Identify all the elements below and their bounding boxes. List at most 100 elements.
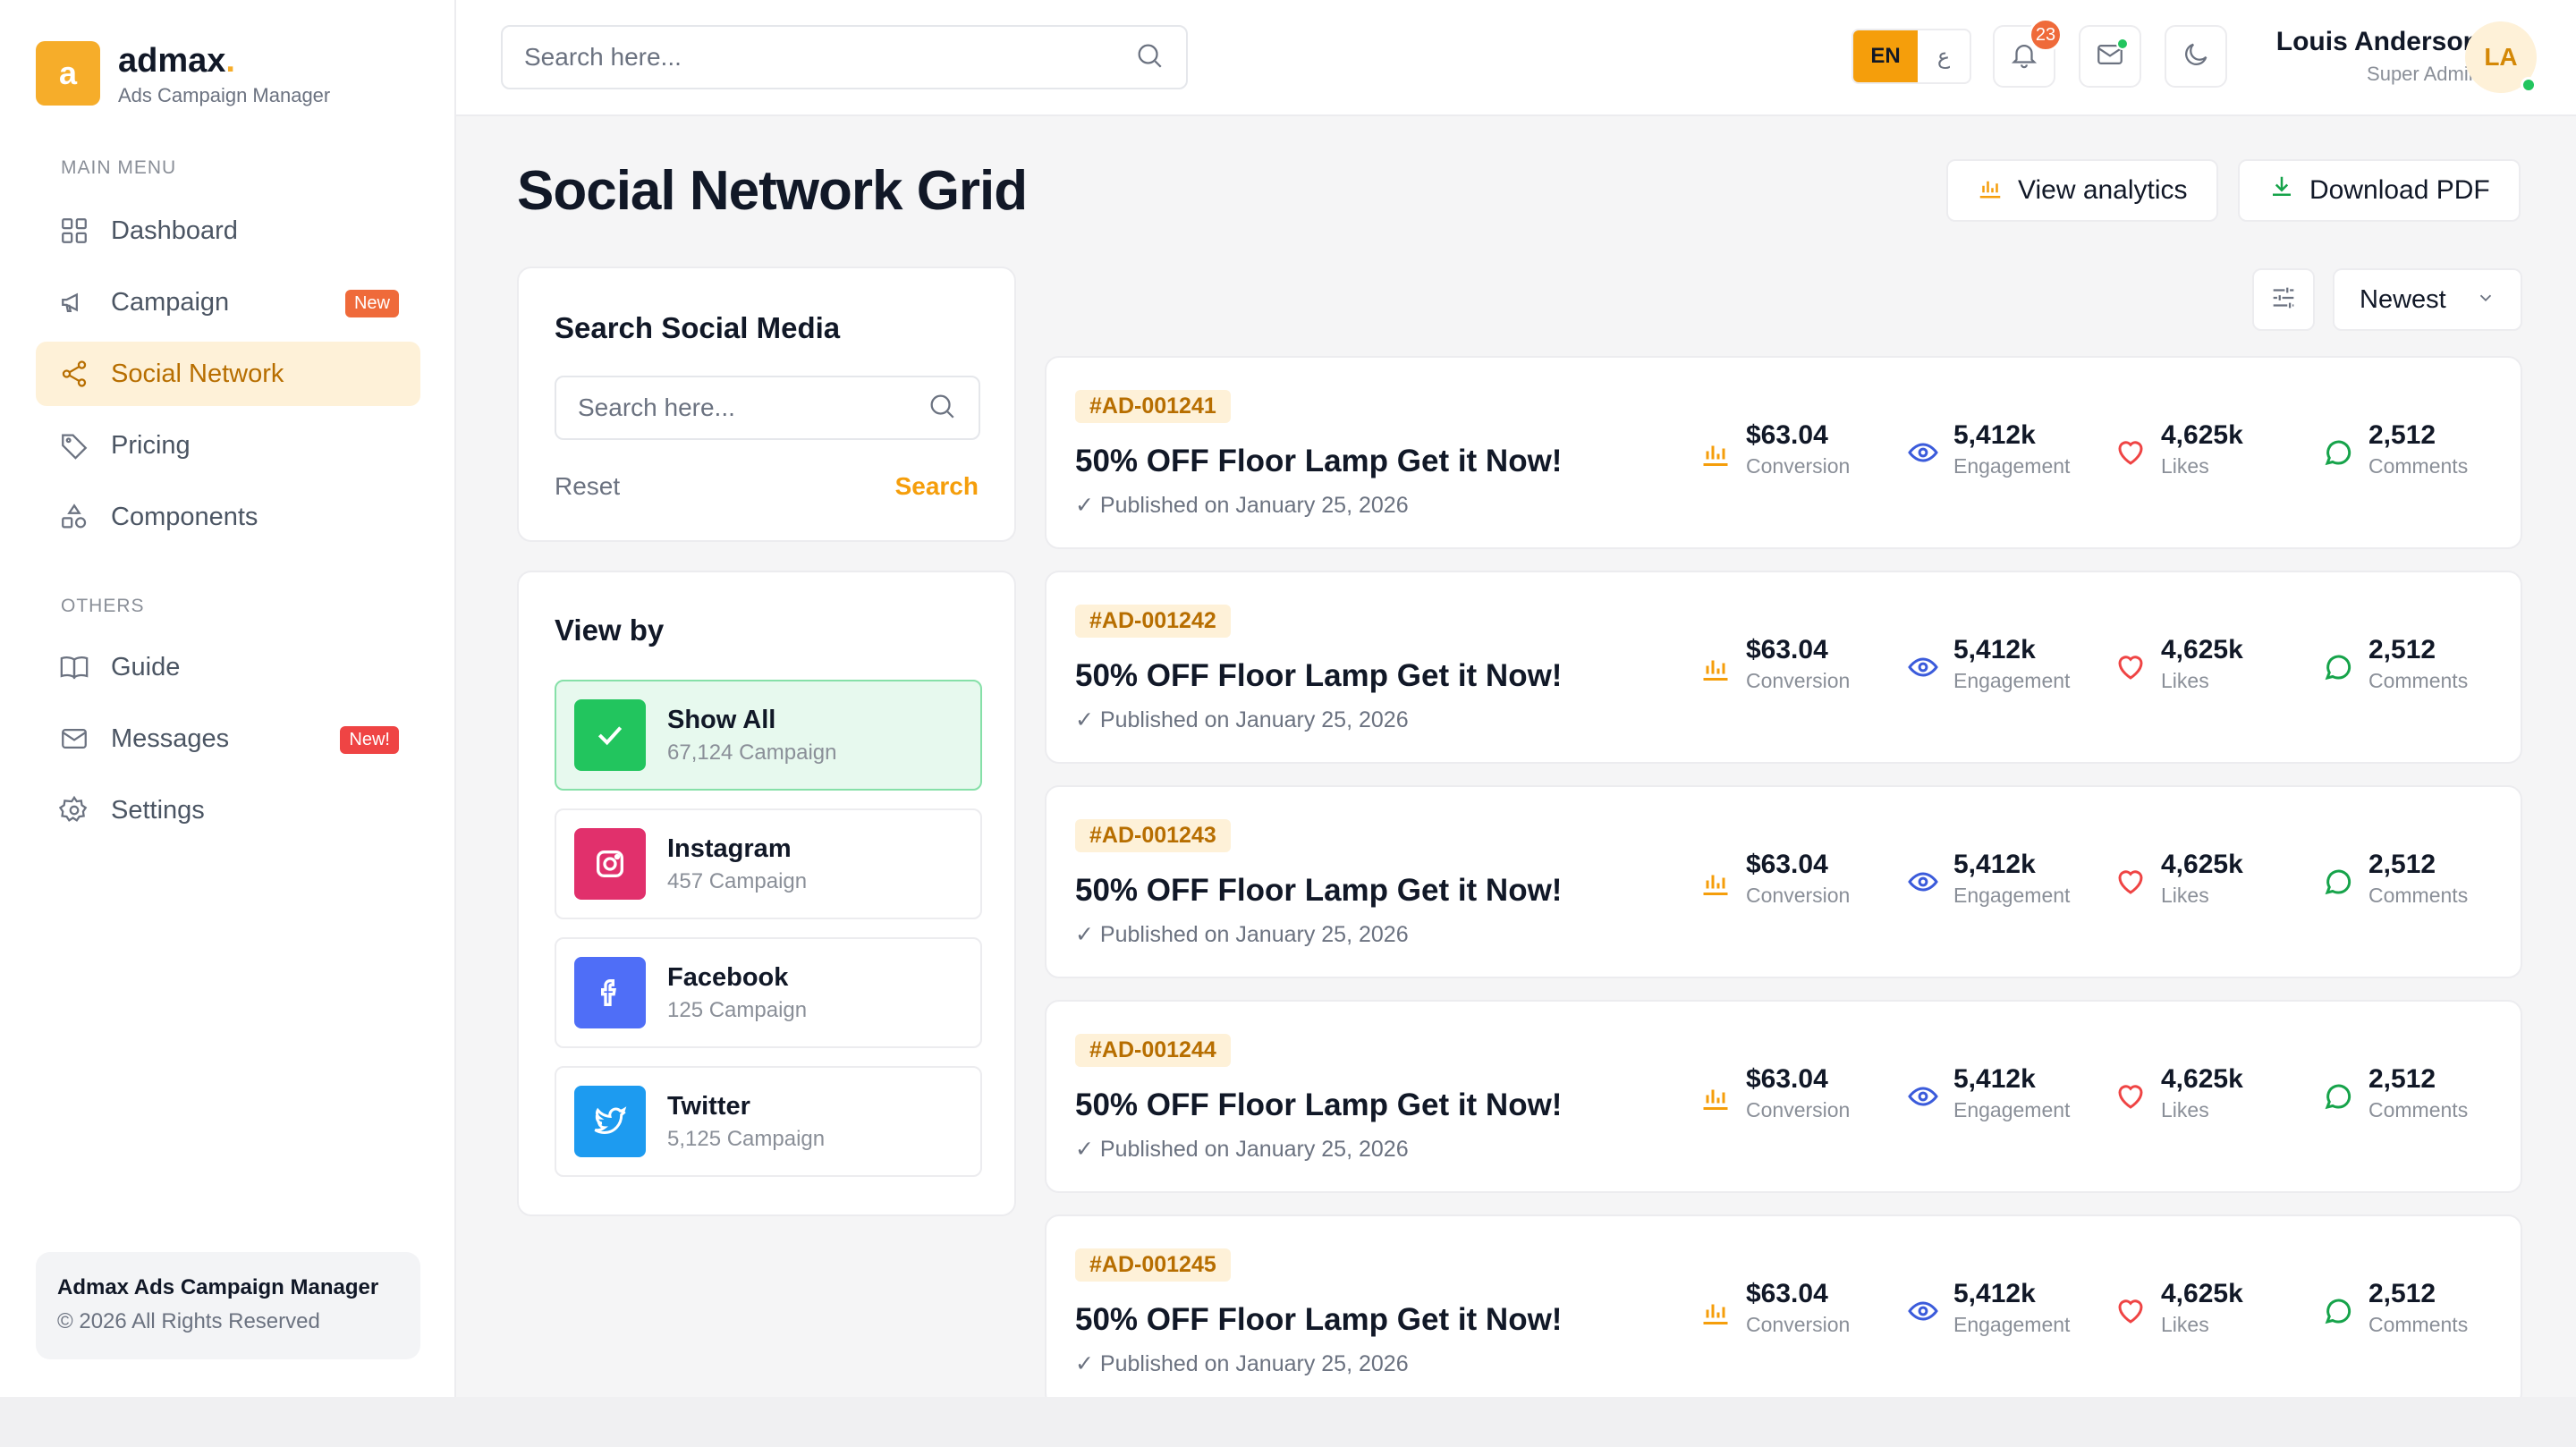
eye-icon [1908,1087,1938,1106]
heart-icon [2118,656,2143,680]
theme-toggle-button[interactable] [2165,25,2227,88]
search-icon[interactable] [1134,40,1165,75]
filter-button[interactable] [2252,268,2315,331]
stat-engagement: 5,412k Engagement [1907,420,2070,478]
conversion-value: $63.04 [1746,850,1828,879]
ad-title[interactable]: 50% OFF Floor Lamp Get it Now! [1075,444,1562,479]
engagement-value: 5,412k [1953,1279,2036,1308]
comments-label: Comments [2368,669,2469,692]
view-by-count: 5,125 Campaign [667,1126,826,1151]
view-by-count: 457 Campaign [667,868,808,893]
view-by-show-all[interactable]: Show All 67,124 Campaign [555,680,982,791]
stat-comments: 2,512 Comments [2322,420,2468,478]
ad-title[interactable]: 50% OFF Floor Lamp Get it Now! [1075,873,1562,909]
ad-id-tag: #AD-001243 [1075,819,1231,852]
ad-title[interactable]: 50% OFF Floor Lamp Get it Now! [1075,658,1562,694]
conversion-label: Conversion [1746,454,1851,478]
ad-card[interactable]: #AD-001241 50% OFF Floor Lamp Get it Now… [1045,356,2522,549]
sidebar-item-settings[interactable]: Settings [36,778,420,842]
comments-value: 2,512 [2368,635,2436,664]
lang-en[interactable]: EN [1853,30,1918,82]
sidebar-item-label: Guide [111,652,181,681]
comment-icon [2325,869,2351,895]
engagement-label: Engagement [1953,884,2071,907]
download-icon [2268,173,2309,207]
online-status-dot [2521,77,2537,93]
likes-value: 4,625k [2161,420,2243,450]
social-search[interactable] [555,376,980,440]
conversion-label: Conversion [1746,1313,1851,1336]
sidebar-item-label: Components [111,502,258,531]
view-analytics-button[interactable]: View analytics [1946,159,2218,222]
brand[interactable]: a admax. Ads Campaign Manager [36,41,330,107]
likes-label: Likes [2161,884,2209,907]
check-icon [574,699,646,771]
sidebar-item-campaign[interactable]: Campaign New [36,270,420,334]
view-by-count: 125 Campaign [667,997,808,1022]
sidebar-item-components[interactable]: Components [36,485,420,549]
notifications-button[interactable]: 23 [1993,18,2063,88]
search-icon[interactable] [927,391,957,426]
view-by-name: Instagram [667,834,792,863]
comments-label: Comments [2368,454,2469,478]
main-content: EN ع 23 Louis Anderson [456,0,2576,1408]
sort-label: Newest [2360,284,2446,314]
sidebar: a admax. Ads Campaign Manager MAIN MENU … [0,0,456,1397]
others-menu: Guide Messages New! Settings [36,635,420,850]
ad-title[interactable]: 50% OFF Floor Lamp Get it Now! [1075,1302,1562,1338]
view-by-instagram[interactable]: Instagram 457 Campaign [555,808,982,919]
view-by-facebook[interactable]: Facebook 125 Campaign [555,937,982,1048]
bar-chart-icon [1703,875,1728,895]
download-pdf-button[interactable]: Download PDF [2238,159,2521,222]
lang-ar[interactable]: ع [1918,30,1970,82]
engagement-value: 5,412k [1953,635,2036,664]
reset-button[interactable]: Reset [555,472,620,501]
social-search-input[interactable] [578,393,918,422]
heart-icon [2118,870,2143,894]
stat-engagement: 5,412k Engagement [1907,850,2070,908]
stat-engagement: 5,412k Engagement [1907,635,2070,693]
heart-icon [2118,1299,2143,1324]
comment-icon [2325,1299,2351,1324]
ad-card[interactable]: #AD-001244 50% OFF Floor Lamp Get it Now… [1045,1000,2522,1193]
ad-card[interactable]: #AD-001243 50% OFF Floor Lamp Get it Now… [1045,785,2522,978]
stat-comments: 2,512 Comments [2322,850,2468,908]
stat-engagement: 5,412k Engagement [1907,1279,2070,1337]
sidebar-item-social-network[interactable]: Social Network [36,342,420,406]
view-by-name: Facebook [667,962,789,992]
search-button[interactable]: Search [895,472,979,501]
sidebar-item-dashboard[interactable]: Dashboard [36,199,420,263]
new-badge: New! [340,726,399,754]
ad-card[interactable]: #AD-001245 50% OFF Floor Lamp Get it Now… [1045,1214,2522,1408]
facebook-icon [574,957,646,1028]
unread-dot [2116,38,2129,50]
sidebar-item-messages[interactable]: Messages New! [36,707,420,771]
sidebar-item-pricing[interactable]: Pricing [36,413,420,478]
top-search-input[interactable] [524,43,1097,72]
sort-dropdown[interactable]: Newest [2333,268,2522,331]
ad-card[interactable]: #AD-001242 50% OFF Floor Lamp Get it Now… [1045,571,2522,764]
ad-title[interactable]: 50% OFF Floor Lamp Get it Now! [1075,1087,1562,1123]
stat-engagement: 5,412k Engagement [1907,1064,2070,1122]
likes-label: Likes [2161,1098,2209,1121]
conversion-value: $63.04 [1746,1064,1828,1094]
heart-icon [2118,441,2143,465]
stat-comments: 2,512 Comments [2322,1279,2468,1337]
view-by-twitter[interactable]: Twitter 5,125 Campaign [555,1066,982,1177]
comments-value: 2,512 [2368,1064,2436,1094]
chevron-down-icon [2476,285,2496,315]
view-by-title: View by [555,613,665,647]
view-by-name: Twitter [667,1091,750,1121]
engagement-label: Engagement [1953,454,2071,478]
top-search[interactable] [501,25,1188,89]
sidebar-item-guide[interactable]: Guide [36,635,420,699]
stat-likes: 4,625k Likes [2114,635,2243,693]
likes-value: 4,625k [2161,850,2243,879]
messages-button[interactable] [2079,25,2141,88]
conversion-label: Conversion [1746,669,1851,692]
engagement-value: 5,412k [1953,850,2036,879]
mail-icon [59,724,89,754]
ad-id-tag: #AD-001245 [1075,1248,1231,1282]
user-info[interactable]: Louis Anderson Super Admin [2254,27,2479,86]
bar-chart-icon [1703,445,1728,466]
